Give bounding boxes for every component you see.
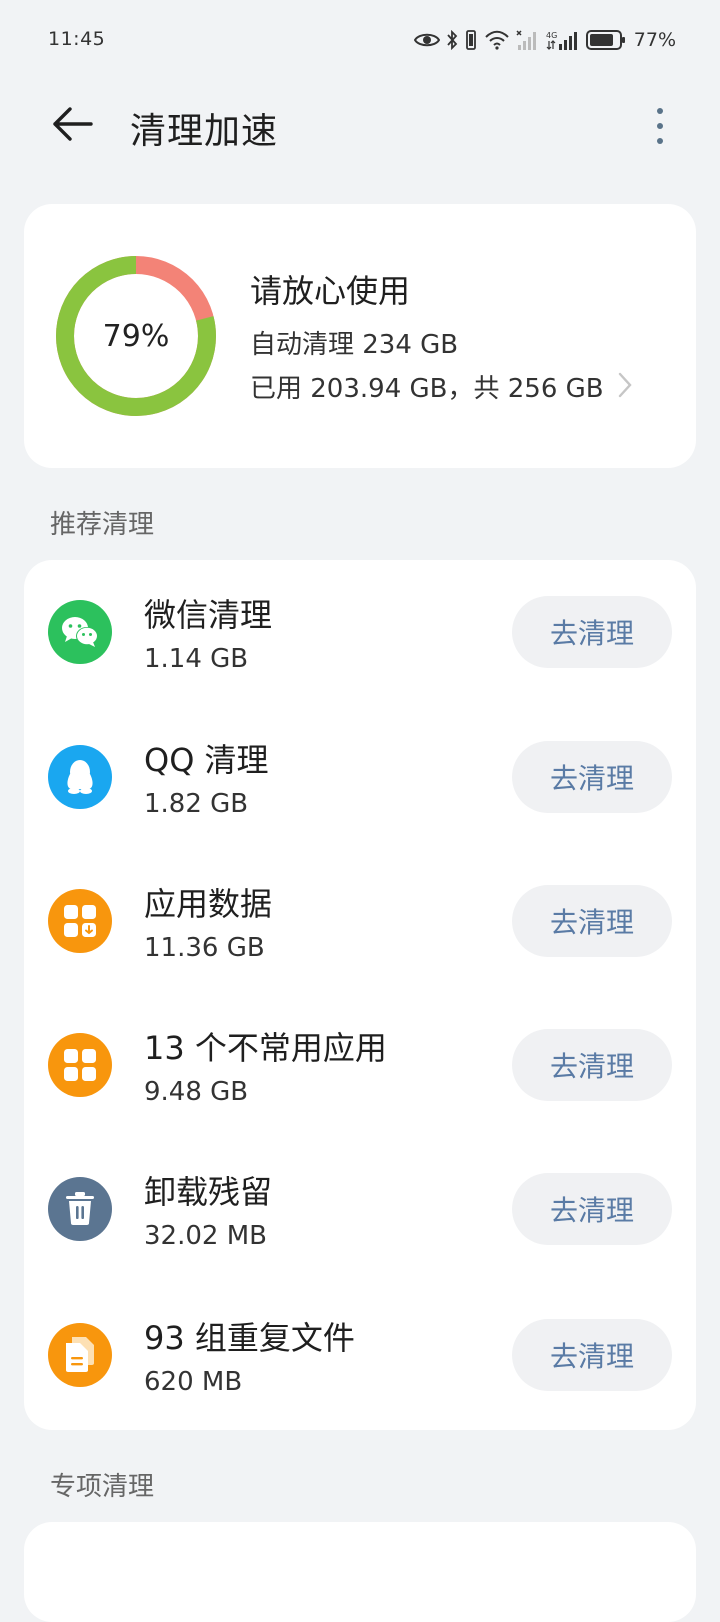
duplicate-file-icon: [48, 1323, 112, 1387]
storage-summary-card[interactable]: 79% 请放心使用 自动清理 234 GB 已用 203.94 GB，共 256…: [24, 204, 696, 468]
item-size: 1.82 GB: [144, 789, 249, 819]
storage-status: 请放心使用: [250, 272, 411, 310]
svg-text:4G: 4G: [546, 31, 557, 40]
storage-used-link[interactable]: 已用 203.94 GB，共 256 GB: [250, 368, 632, 405]
clean-button-uninstall-residue[interactable]: 去清理: [512, 1173, 672, 1245]
list-item-app-data[interactable]: 应用数据 11.36 GB 去清理: [24, 849, 696, 993]
list-item-uninstall-residue[interactable]: 卸载残留 32.02 MB 去清理: [24, 1137, 696, 1281]
item-title: 13 个不常用应用: [144, 1029, 387, 1067]
item-size: 11.36 GB: [144, 933, 265, 963]
item-title: 卸载残留: [144, 1173, 273, 1211]
bluetooth-icon: [446, 30, 458, 50]
vibrate-icon: [464, 29, 478, 51]
wifi-icon: [484, 30, 510, 50]
item-size: 1.14 GB: [144, 644, 249, 674]
more-vertical-icon: [657, 108, 663, 114]
app-data-icon: [48, 889, 112, 953]
qq-icon: [48, 745, 112, 809]
item-title: QQ 清理: [144, 741, 269, 779]
battery-icon: [585, 29, 626, 51]
battery-percent: 77%: [633, 29, 676, 51]
back-button[interactable]: [44, 98, 100, 154]
item-size: 9.48 GB: [144, 1077, 249, 1107]
list-item-wechat[interactable]: 微信清理 1.14 GB 去清理: [24, 560, 696, 704]
status-bar: 11:45 4G 77%: [0, 0, 720, 80]
header: 清理加速: [0, 84, 720, 164]
chevron-right-icon: [618, 372, 632, 402]
wechat-icon: [48, 600, 112, 664]
eye-icon: [413, 31, 440, 49]
recommended-list: 微信清理 1.14 GB 去清理 QQ 清理 1.82 GB 去清理 应用数据 …: [24, 560, 696, 1430]
clean-button-wechat[interactable]: 去清理: [512, 596, 672, 668]
auto-clean-summary: 自动清理 234 GB: [250, 330, 459, 360]
signal-icon: [516, 29, 540, 51]
list-item-qq[interactable]: QQ 清理 1.82 GB 去清理: [24, 705, 696, 849]
list-item-unused-apps[interactable]: 13 个不常用应用 9.48 GB 去清理: [24, 993, 696, 1137]
special-section-title: 专项清理: [50, 1472, 155, 1502]
more-options-button[interactable]: [640, 98, 680, 154]
clean-button-qq[interactable]: 去清理: [512, 741, 672, 813]
item-size: 32.02 MB: [144, 1221, 267, 1251]
list-item-duplicate-files[interactable]: 93 组重复文件 620 MB 去清理: [24, 1283, 696, 1427]
arrow-left-icon: [51, 106, 93, 146]
storage-used-summary: 已用 203.94 GB，共 256 GB: [250, 374, 604, 404]
item-title: 应用数据: [144, 885, 273, 923]
clean-button-unused-apps[interactable]: 去清理: [512, 1029, 672, 1101]
clean-button-duplicate-files[interactable]: 去清理: [512, 1319, 672, 1391]
clean-button-app-data[interactable]: 去清理: [512, 885, 672, 957]
special-clean-card[interactable]: [24, 1522, 696, 1622]
signal-4g-icon: 4G: [546, 29, 580, 51]
recommended-section-title: 推荐清理: [50, 510, 155, 540]
status-time: 11:45: [48, 28, 106, 50]
item-title: 93 组重复文件: [144, 1319, 355, 1357]
storage-percent-label: 79%: [102, 318, 170, 354]
item-title: 微信清理: [144, 596, 273, 634]
item-size: 620 MB: [144, 1367, 243, 1397]
page-title: 清理加速: [130, 111, 279, 152]
apps-grid-icon: [48, 1033, 112, 1097]
status-icons: 4G 77%: [413, 26, 676, 54]
trash-icon: [48, 1177, 112, 1241]
